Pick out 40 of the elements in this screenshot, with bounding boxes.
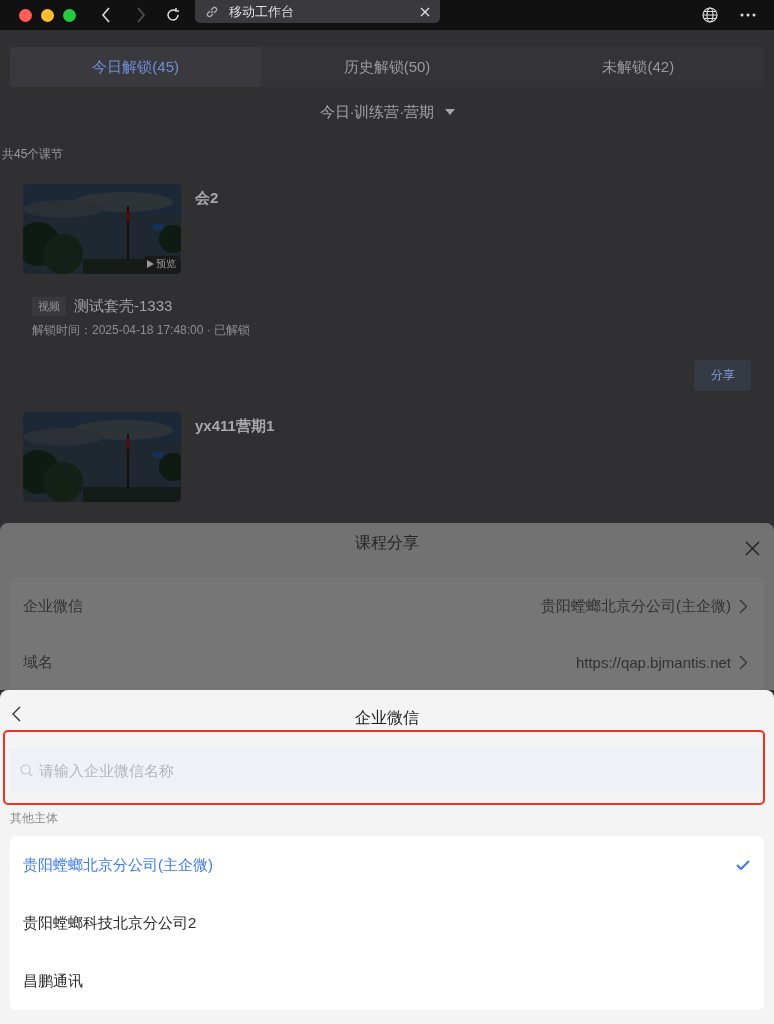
link-icon [205,4,219,19]
lesson-count: 共45个课节 [2,146,65,163]
option-item[interactable]: 贵阳螳螂科技北京分公司2 [10,894,764,952]
section-label: 其他主体 [10,810,59,827]
row-label: 企业微信 [23,596,83,616]
option-item[interactable]: 贵阳螳螂北京分公司(主企微) [10,836,764,894]
share-button[interactable]: 分享 [694,360,751,391]
play-icon [147,260,154,268]
row-value[interactable]: 贵阳螳螂北京分公司(主企微) [541,596,731,616]
row-label: 域名 [23,652,53,672]
tab[interactable]: 历史解锁(50) [261,47,513,87]
sheet-title: 课程分享 [355,532,419,553]
browser-tab[interactable]: 移动工作台 [195,0,440,23]
search-icon [20,764,33,777]
course-title: 会2 [195,189,219,208]
caret-icon [444,109,455,116]
chevron-icon [739,654,748,670]
preview-button[interactable]: 预览 [144,256,179,272]
unlock-time: 解锁时间：2025-04-18 17:48:00 · 已解锁 [32,322,252,339]
close-icon[interactable] [420,6,430,17]
minimize-button[interactable] [41,8,54,22]
lesson-name: 测试套壳-1333 [74,297,173,316]
chevron-icon [739,598,748,614]
row-value[interactable]: https://qap.bjmantis.net [575,653,731,671]
globe-icon[interactable] [702,7,718,23]
close-window-button[interactable] [19,8,32,22]
check-icon [736,860,750,870]
back-button[interactable] [12,706,21,722]
type-tag: 视频 [32,297,66,316]
tab-title: 移动工作台 [229,2,295,21]
forward-button[interactable] [136,7,146,23]
tab[interactable]: 未解锁(42) [512,47,764,87]
option-item[interactable]: 昌鹏通讯 [10,952,764,1010]
maximize-button[interactable] [63,8,76,22]
tab[interactable]: 今日解锁(45) [10,47,262,87]
reload-button[interactable] [165,7,181,23]
close-button[interactable] [745,541,760,556]
picker-title: 企业微信 [355,707,419,728]
course-title: yx411营期1 [195,417,275,436]
filter-dropdown[interactable]: 今日·训练营·营期 [319,103,455,122]
